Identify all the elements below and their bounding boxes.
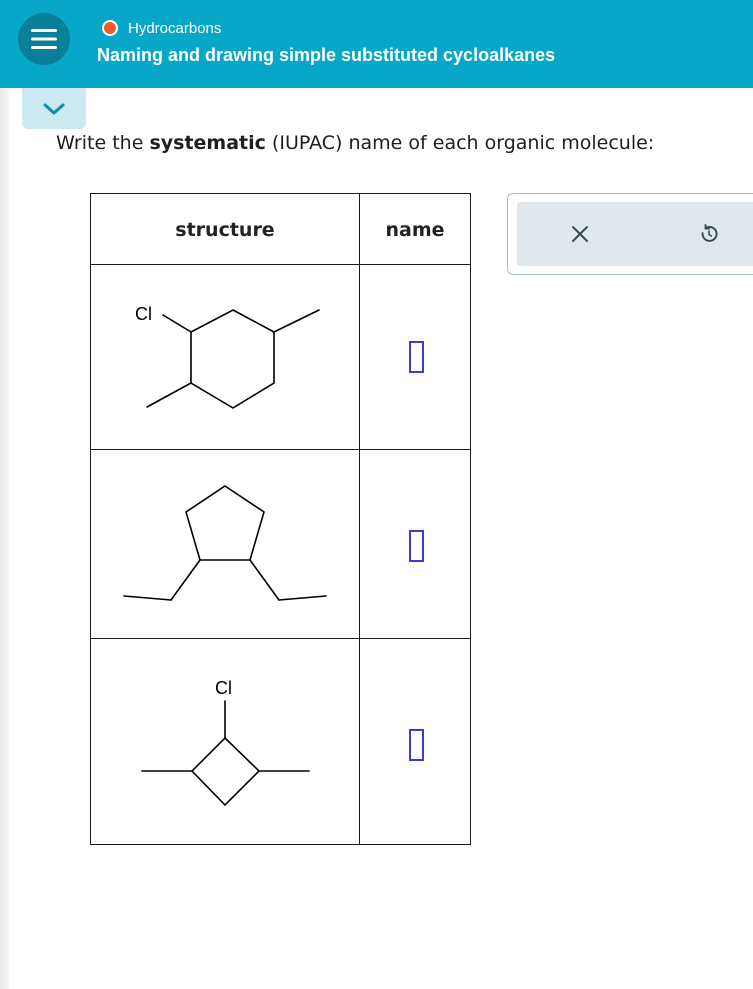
answer-input-1[interactable] bbox=[409, 341, 424, 373]
molecule-structure-2 bbox=[91, 450, 359, 638]
chlorine-label: Cl bbox=[215, 678, 232, 698]
clear-button[interactable] bbox=[567, 221, 593, 247]
collapse-toggle[interactable] bbox=[22, 88, 86, 129]
status-dot-icon bbox=[102, 20, 118, 36]
prompt-suffix: (IUPAC) name of each organic molecule: bbox=[265, 132, 655, 154]
undo-icon bbox=[701, 224, 718, 242]
close-icon bbox=[572, 226, 588, 242]
undo-button[interactable] bbox=[696, 221, 722, 247]
top-bar: Hydrocarbons Naming and drawing simple s… bbox=[0, 0, 753, 88]
column-divider bbox=[359, 194, 360, 844]
prompt-bold: systematic bbox=[149, 132, 266, 154]
action-panel bbox=[507, 193, 753, 275]
topic-row: Hydrocarbons bbox=[102, 18, 221, 38]
prompt-prefix: Write the bbox=[56, 132, 150, 154]
molecule-structure-1: Cl bbox=[91, 265, 359, 449]
answer-input-3[interactable] bbox=[409, 729, 424, 761]
header-name: name bbox=[385, 218, 445, 241]
answer-input-2[interactable] bbox=[409, 530, 424, 562]
page-title: Naming and drawing simple substituted cy… bbox=[97, 45, 556, 65]
chlorine-label: Cl bbox=[135, 304, 152, 324]
menu-button[interactable] bbox=[18, 13, 70, 65]
left-gutter bbox=[0, 88, 9, 989]
header-structure: structure bbox=[175, 218, 275, 241]
chevron-down-icon bbox=[43, 103, 65, 114]
answer-table: structure name Cl Cl bbox=[90, 193, 471, 845]
molecule-structure-3: Cl bbox=[91, 639, 359, 844]
question-prompt: Write the systematic (IUPAC) name of eac… bbox=[56, 132, 654, 154]
topic-label: Hydrocarbons bbox=[128, 19, 222, 37]
action-bar bbox=[517, 202, 753, 266]
hamburger-icon bbox=[31, 29, 57, 49]
